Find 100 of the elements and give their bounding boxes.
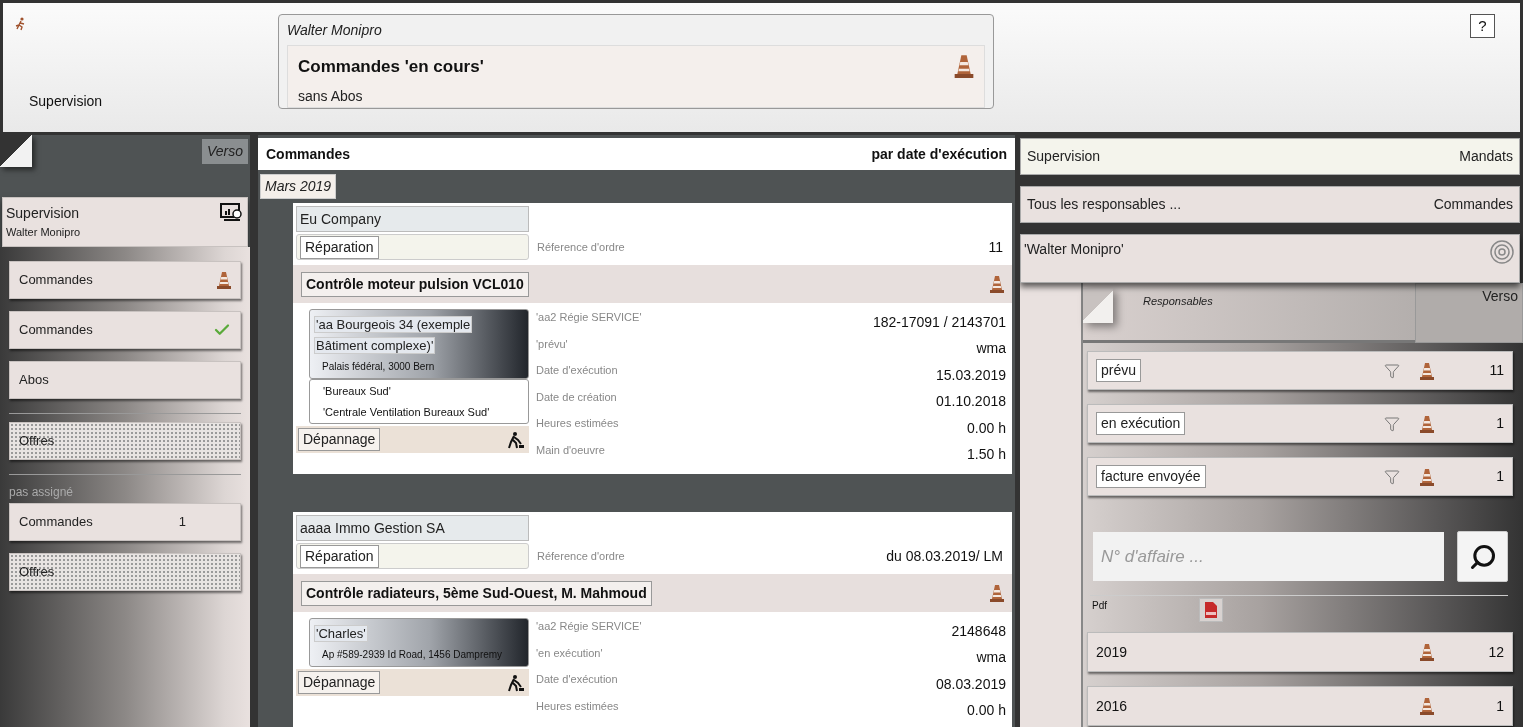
orders-title: Commandes [266,144,351,164]
filter-icon[interactable] [1384,415,1400,432]
detail-label: Heures estimées [536,416,619,431]
detail-label: Réference d'ordre [537,548,625,564]
year-row[interactable]: 2016 1 [1087,686,1513,726]
verso-button[interactable]: Verso [1415,283,1523,343]
detail-value: du 08.03.2019/ LM [886,546,1003,566]
order-title: Contrôle moteur pulsion VCL010 [301,271,529,297]
filter-icon[interactable] [1384,362,1400,379]
filter-icon[interactable] [1384,468,1400,485]
menu-item[interactable]: Commandes [9,311,241,349]
section-label: Supervision [29,92,104,111]
traffic-cone-icon [1420,697,1434,715]
filter-bar-label: Tous les responsables ... [1027,195,1182,214]
traffic-cone-icon [954,54,974,78]
runner-icon [15,17,27,31]
year-row[interactable]: 2019 12 [1087,632,1513,672]
worker-shovel-icon [507,430,525,449]
year-count: 1 [1495,696,1504,716]
detail-value: 2148648 [951,621,1006,641]
status-row[interactable]: prévu 11 [1087,351,1513,390]
menu-item-label: Commandes [19,513,93,532]
pdf-label: Pdf [1092,599,1107,613]
filter-bar-label: Supervision [1027,147,1101,166]
filter-bar-value: Mandats [1459,147,1513,166]
status-count: 11 [1488,361,1504,380]
status-tag: facture envoyée [1096,465,1206,488]
location-address: Ap #589-2939 Id Road, 1456 Dampremy [321,648,504,662]
menu-item-label: Abos [19,371,49,390]
detail-value: wma [976,339,1006,359]
order-card[interactable] [293,512,1012,727]
status-row[interactable]: facture envoyée 1 [1087,457,1513,496]
sublocation: 'Centrale Ventilation Bureaux Sud' [322,404,491,420]
status-tag: en exécution [1096,412,1186,435]
company-name: Eu Company [296,206,529,232]
menu-item[interactable]: Offres [9,553,241,591]
responsible-card[interactable]: 'Walter Monipro' [1020,234,1520,283]
detail-label: Heures estimées [536,698,619,714]
month-tab[interactable]: Mars 2019 [260,174,337,199]
filter-bar[interactable]: Tous les responsables ... Commandes [1020,186,1520,223]
item-count: 1 [178,513,186,532]
detail-label: Date d'exécution [536,672,618,687]
service-tag: Dépannage [298,671,381,694]
year-label: 2019 [1096,642,1128,662]
detail-value: 182-17091 / 2143701 [872,312,1006,332]
page-curl-icon[interactable] [0,135,32,167]
detail-label: 'aa2 Régie SERVICE' [536,619,642,634]
type-tag: Réparation [300,544,379,568]
detail-value: 0.00 h [967,701,1006,721]
location-name: 'aa Bourgeois 34 (exemple Bâtiment complexe)' [314,315,474,356]
sort-label[interactable]: par date d'exécution [871,143,1007,165]
pdf-button[interactable] [1199,598,1223,622]
search-field[interactable]: N° d'affaire ... [1093,532,1444,581]
detail-label: 'prévu' [536,336,568,352]
status-count: 1 [1495,414,1504,433]
page-subtitle: sans Abos [298,86,364,106]
traffic-cone-icon [1420,361,1434,380]
pdf-file-icon [1205,602,1217,618]
menu-item[interactable]: Offres [9,422,241,460]
detail-label: Main d'oeuvre [536,442,605,458]
menu-item-label: Offres [19,432,55,451]
help-button[interactable]: ? [1470,14,1495,38]
location-address: Palais fédéral, 3000 Bern [321,360,436,374]
status-count: 1 [1495,467,1504,486]
traffic-cone-icon [1420,643,1434,661]
status-tag: prévu [1096,359,1142,382]
menu-item-label: Commandes [19,321,93,340]
status-row[interactable]: en exécution 1 [1087,404,1513,443]
traffic-cone-icon [1420,467,1434,486]
filter-bar-value: Commandes [1433,195,1513,214]
menu-item[interactable]: Abos [9,361,241,399]
detail-value: 01.10.2018 [935,392,1006,412]
location-name: 'Charles' [314,624,369,644]
menu-item[interactable]: Commandes 1 [9,503,241,541]
detail-label: Date d'exécution [536,363,618,378]
detail-label: Réference d'ordre [537,239,625,255]
detail-label: 'aa2 Régie SERVICE' [536,310,642,325]
filter-bar[interactable]: Supervision Mandats [1020,138,1520,175]
detail-label: 'en exécution' [536,645,603,661]
profile-card[interactable]: Supervision Walter Monipro [2,197,248,247]
menu-item[interactable]: Commandes [9,261,241,299]
order-title: Contrôle radiateurs, 5ème Sud-Ouest, M. Mahmoud [301,580,652,606]
order-card[interactable] [293,203,1012,474]
traffic-cone-icon [1420,414,1434,433]
target-icon[interactable] [1490,240,1514,264]
company-name: aaaa Immo Gestion SA [296,515,529,541]
group-heading: pas assigné [8,484,75,501]
service-tag: Dépannage [298,428,381,451]
detail-value: 11 [988,237,1003,257]
profile-title: Supervision [6,204,81,223]
responsible-name: 'Walter Monipro' [1024,240,1124,259]
monitor-search-icon [220,203,244,223]
detail-label: Date de création [536,389,617,405]
detail-value: 08.03.2019 [935,674,1006,694]
traffic-cone-icon [990,584,1004,602]
user-name: Walter Monipro [287,21,383,40]
worker-shovel-icon [507,673,525,692]
search-button[interactable] [1457,531,1508,582]
menu-item-label: Offres [19,563,55,582]
verso-button[interactable]: Verso [201,139,248,164]
